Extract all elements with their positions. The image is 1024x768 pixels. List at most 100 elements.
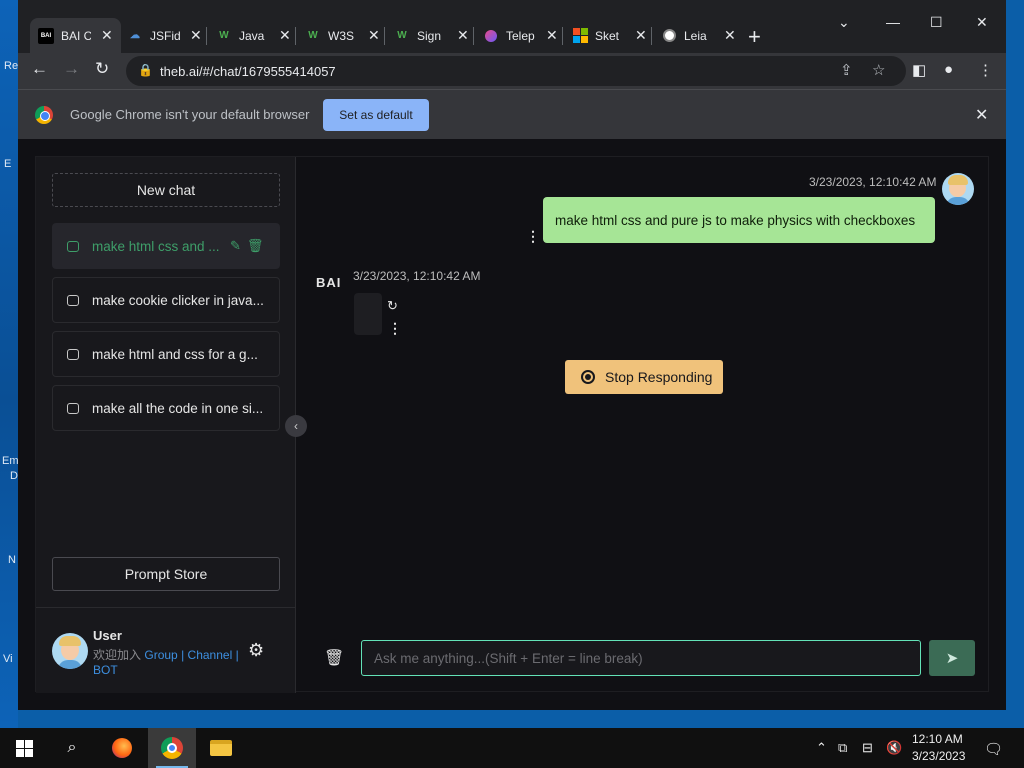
stop-responding-label: Stop Responding bbox=[605, 369, 713, 385]
close-tab-icon[interactable]: ✕ bbox=[190, 27, 202, 44]
delete-icon[interactable]: 🗑 bbox=[247, 238, 264, 254]
message-options-icon[interactable]: ⋮ bbox=[526, 228, 540, 245]
chrome-taskbar-icon[interactable] bbox=[158, 734, 186, 762]
desktop-icon-label[interactable]: N bbox=[8, 554, 16, 566]
bookmark-star-icon[interactable]: ☆ bbox=[872, 61, 885, 79]
desktop-icon-label[interactable]: Vi bbox=[3, 653, 13, 665]
desktop-icon-label[interactable]: Em bbox=[2, 455, 19, 467]
volume-muted-icon[interactable]: 🔇 bbox=[886, 740, 902, 756]
user-links: 欢迎加入 Group | Channel | BOT bbox=[93, 648, 243, 678]
prompt-store-button[interactable]: Prompt Store bbox=[52, 557, 280, 591]
new-chat-button[interactable]: New chat bbox=[52, 173, 280, 207]
close-tab-icon[interactable]: ✕ bbox=[368, 27, 380, 44]
file-explorer-icon[interactable] bbox=[207, 734, 235, 762]
search-icon[interactable]: ⌕ bbox=[58, 734, 86, 762]
share-icon[interactable]: ⇪ bbox=[840, 61, 853, 79]
history-item-active[interactable]: make html css and ... ✎ 🗑 bbox=[52, 223, 280, 269]
menu-dots-icon[interactable]: ⋮ bbox=[978, 61, 993, 79]
desktop-icon-label[interactable]: Re bbox=[4, 60, 18, 72]
desktop-background: Re E Em D N Vi bbox=[0, 0, 19, 728]
user-message-timestamp: 3/23/2023, 12:10:42 AM bbox=[809, 175, 937, 189]
close-tab-icon[interactable]: ✕ bbox=[635, 27, 647, 44]
history-item[interactable]: make cookie clicker in java... bbox=[52, 277, 280, 323]
address-bar[interactable]: 🔒 theb.ai/#/chat/1679555414057 ⇪ ☆ bbox=[126, 56, 906, 86]
lock-icon[interactable]: 🔒 bbox=[138, 63, 153, 77]
link-separator: | bbox=[181, 648, 185, 662]
tab-telep[interactable]: Telep ✕ bbox=[475, 18, 566, 53]
tab-w3s[interactable]: W W3S ✕ bbox=[297, 18, 388, 53]
regenerate-icon[interactable]: ↻ bbox=[387, 298, 398, 314]
chat-sidebar: New chat make html css and ... ✎ 🗑 make … bbox=[36, 157, 296, 693]
clock-date[interactable]: 3/23/2023 bbox=[912, 749, 965, 763]
desktop-icon-label[interactable]: D bbox=[10, 470, 18, 482]
profile-icon[interactable]: ● bbox=[944, 61, 953, 78]
close-tab-icon[interactable]: ✕ bbox=[279, 27, 291, 44]
tab-leia[interactable]: Leia ✕ bbox=[653, 18, 744, 53]
browser-window: BAI BAI C ✕ ☁ JSFid ✕ W Java ✕ W W3S ✕ W… bbox=[18, 0, 1006, 710]
tab-sign[interactable]: W Sign ✕ bbox=[386, 18, 477, 53]
close-tab-icon[interactable]: ✕ bbox=[724, 27, 736, 44]
tab-title: Telep bbox=[506, 28, 535, 43]
edit-icon[interactable]: ✎ bbox=[230, 238, 241, 254]
minimize-icon[interactable]: — bbox=[886, 14, 900, 30]
bai-logo: BAI bbox=[316, 275, 342, 290]
back-arrow-icon[interactable]: ← bbox=[31, 59, 48, 79]
tab-search-chevron-icon[interactable]: ⌄ bbox=[838, 14, 850, 31]
network-icon[interactable]: ⊟ bbox=[862, 740, 873, 756]
page-viewport: New chat make html css and ... ✎ 🗑 make … bbox=[18, 139, 1006, 710]
w3schools-favicon-icon: W bbox=[397, 30, 407, 41]
user-message-bubble: make html css and pure js to make physic… bbox=[543, 197, 935, 243]
bot-link[interactable]: BOT bbox=[93, 663, 118, 677]
history-item-label: make all the code in one si... bbox=[92, 400, 264, 416]
message-options-icon[interactable]: ⋮ bbox=[388, 320, 402, 337]
set-default-button[interactable]: Set as default bbox=[323, 99, 429, 131]
close-window-icon[interactable]: ✕ bbox=[976, 14, 988, 31]
tab-title: BAI C bbox=[61, 28, 91, 43]
history-item-label: make cookie clicker in java... bbox=[92, 292, 264, 308]
stop-responding-button[interactable]: Stop Responding bbox=[565, 360, 723, 394]
close-infobar-icon[interactable]: ✕ bbox=[975, 105, 988, 125]
close-tab-icon[interactable]: ✕ bbox=[546, 27, 558, 44]
tab-bai-chat[interactable]: BAI BAI C ✕ bbox=[30, 18, 121, 53]
history-item-label: make html and css for a g... bbox=[92, 346, 258, 362]
url-text[interactable]: theb.ai/#/chat/1679555414057 bbox=[160, 64, 336, 79]
tab-strip: BAI BAI C ✕ ☁ JSFid ✕ W Java ✕ W W3S ✕ W… bbox=[18, 0, 1006, 53]
forward-arrow-icon[interactable]: → bbox=[63, 59, 80, 79]
close-tab-icon[interactable]: ✕ bbox=[101, 27, 113, 44]
tray-app-icon[interactable]: ⧉ bbox=[838, 740, 847, 756]
desktop-icon-label[interactable]: E bbox=[4, 158, 11, 170]
bai-favicon-icon: BAI bbox=[38, 27, 54, 44]
infobar-message: Google Chrome isn't your default browser bbox=[70, 107, 310, 122]
clear-chat-icon[interactable]: 🗑 bbox=[324, 648, 344, 668]
side-panel-icon[interactable]: ◧ bbox=[912, 61, 926, 79]
windows-start-icon[interactable] bbox=[10, 734, 38, 762]
user-name: User bbox=[93, 628, 122, 643]
firefox-icon[interactable] bbox=[108, 734, 136, 762]
channel-link[interactable]: Channel bbox=[188, 648, 233, 662]
default-browser-infobar: Google Chrome isn't your default browser… bbox=[18, 89, 1006, 139]
chat-bubble-icon bbox=[67, 294, 79, 306]
welcome-text: 欢迎加入 bbox=[93, 648, 142, 662]
tab-jsfiddle[interactable]: ☁ JSFid ✕ bbox=[119, 18, 210, 53]
tab-java[interactable]: W Java ✕ bbox=[208, 18, 299, 53]
send-button[interactable]: ➤ bbox=[929, 640, 975, 676]
group-link[interactable]: Group bbox=[144, 648, 177, 662]
clock-time[interactable]: 12:10 AM bbox=[912, 732, 963, 746]
new-tab-icon[interactable]: + bbox=[748, 24, 761, 50]
bot-message-bubble bbox=[354, 293, 382, 335]
notification-icon[interactable]: 🗨 bbox=[984, 740, 1003, 758]
close-tab-icon[interactable]: ✕ bbox=[457, 27, 469, 44]
maximize-icon[interactable]: ☐ bbox=[930, 14, 943, 31]
taskbar: ⌕ ⌃ ⧉ ⊟ 🔇 12:10 AM 3/23/2023 🗨 bbox=[0, 728, 1024, 768]
gear-icon[interactable]: ⚙ bbox=[248, 640, 264, 661]
message-input[interactable]: Ask me anything...(Shift + Enter = line … bbox=[361, 640, 921, 676]
tab-sket[interactable]: Sket ✕ bbox=[564, 18, 655, 53]
history-item[interactable]: make html and css for a g... bbox=[52, 331, 280, 377]
reload-icon[interactable]: ↻ bbox=[95, 59, 109, 79]
tab-title: W3S bbox=[328, 28, 355, 43]
history-item[interactable]: make all the code in one si... bbox=[52, 385, 280, 431]
globe-favicon-icon bbox=[661, 28, 677, 44]
bot-message-timestamp: 3/23/2023, 12:10:42 AM bbox=[353, 269, 481, 283]
chat-bubble-icon bbox=[67, 240, 79, 252]
chevron-up-icon[interactable]: ⌃ bbox=[816, 740, 827, 756]
